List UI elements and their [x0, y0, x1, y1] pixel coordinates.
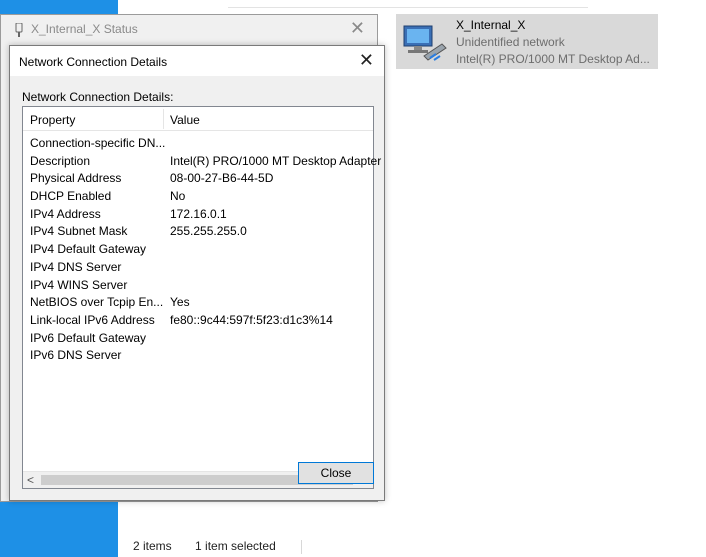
value-cell: 255.255.255.0 — [170, 224, 247, 239]
table-row[interactable]: IPv4 DNS Server — [23, 259, 373, 277]
explorer-header-line — [228, 0, 588, 8]
table-row[interactable]: IPv6 Default Gateway — [23, 330, 373, 348]
details-list[interactable]: Property Value Connection-specific DN...… — [22, 106, 381, 489]
property-cell: IPv6 Default Gateway — [30, 330, 147, 345]
network-adapter-name: Intel(R) PRO/1000 MT Desktop Ad... — [456, 52, 650, 66]
network-status-icon — [15, 23, 23, 37]
close-button[interactable]: Close — [298, 462, 374, 484]
status-window-title: X_Internal_X Status — [31, 22, 138, 36]
table-row[interactable]: Connection-specific DN... — [23, 135, 373, 153]
table-row[interactable]: IPv4 Default Gateway — [23, 241, 373, 259]
table-row[interactable]: NetBIOS over Tcpip En... Yes — [23, 294, 373, 312]
item-count: 2 items — [133, 539, 172, 553]
status-separator — [301, 539, 303, 554]
list-header: Property Value — [23, 107, 373, 131]
value-cell: fe80::9c44:597f:5f23:d1c3%14 — [170, 312, 333, 327]
table-row[interactable]: IPv4 Address 172.16.0.1 — [23, 206, 373, 224]
property-cell: IPv4 Address — [30, 206, 101, 221]
property-cell: IPv4 DNS Server — [30, 259, 122, 274]
table-row[interactable]: Description Intel(R) PRO/1000 MT Desktop … — [23, 153, 381, 171]
network-connection-details-dialog: Network Connection Details ✕ Network Con… — [9, 45, 385, 501]
table-row[interactable]: IPv6 DNS Server — [23, 347, 373, 365]
property-cell: Physical Address — [30, 171, 122, 186]
value-cell: 172.16.0.1 — [170, 206, 227, 221]
table-row[interactable]: Link-local IPv6 Address fe80::9c44:597f:5… — [23, 312, 373, 330]
column-header-value[interactable]: Value — [170, 113, 200, 127]
property-cell: IPv4 WINS Server — [30, 277, 128, 292]
column-header-property[interactable]: Property — [30, 113, 75, 127]
property-cell: NetBIOS over Tcpip En... — [30, 295, 164, 310]
table-row[interactable]: Physical Address 08-00-27-B6-44-5D — [23, 170, 373, 188]
close-icon[interactable]: ✕ — [350, 18, 365, 39]
property-cell: IPv4 Subnet Mask — [30, 224, 128, 239]
network-connection-item[interactable]: X_Internal_X Unidentified network Intel(… — [396, 14, 658, 69]
property-cell: IPv4 Default Gateway — [30, 242, 147, 257]
value-cell: No — [170, 189, 186, 204]
table-row[interactable]: IPv4 WINS Server — [23, 277, 373, 295]
column-divider[interactable] — [163, 109, 164, 129]
network-name: X_Internal_X — [456, 18, 526, 32]
close-icon[interactable]: ✕ — [359, 50, 374, 71]
scroll-left-icon[interactable]: < — [27, 473, 34, 487]
property-cell: Connection-specific DN... — [30, 136, 166, 150]
table-row[interactable]: IPv4 Subnet Mask 255.255.255.0 — [23, 223, 373, 241]
network-adapter-icon — [403, 25, 447, 61]
table-row[interactable]: DHCP Enabled No — [23, 188, 373, 206]
property-cell: IPv6 DNS Server — [30, 348, 122, 363]
value-cell: Intel(R) PRO/1000 MT Desktop Adapter — [170, 153, 382, 168]
property-cell: DHCP Enabled — [30, 189, 112, 204]
list-rows: Connection-specific DN... Description Int… — [23, 135, 381, 365]
property-cell: Description — [30, 153, 91, 168]
value-cell: 08-00-27-B6-44-5D — [170, 171, 274, 186]
dialog-titlebar: Network Connection Details ✕ — [10, 46, 384, 76]
property-cell: Link-local IPv6 Address — [30, 312, 155, 327]
explorer-status-bar: 2 items 1 item selected — [133, 539, 322, 555]
selected-count: 1 item selected — [195, 539, 276, 553]
value-cell: Yes — [170, 295, 190, 310]
details-label: Network Connection Details: — [22, 90, 174, 104]
dialog-title: Network Connection Details — [19, 55, 168, 69]
network-status: Unidentified network — [456, 35, 565, 49]
